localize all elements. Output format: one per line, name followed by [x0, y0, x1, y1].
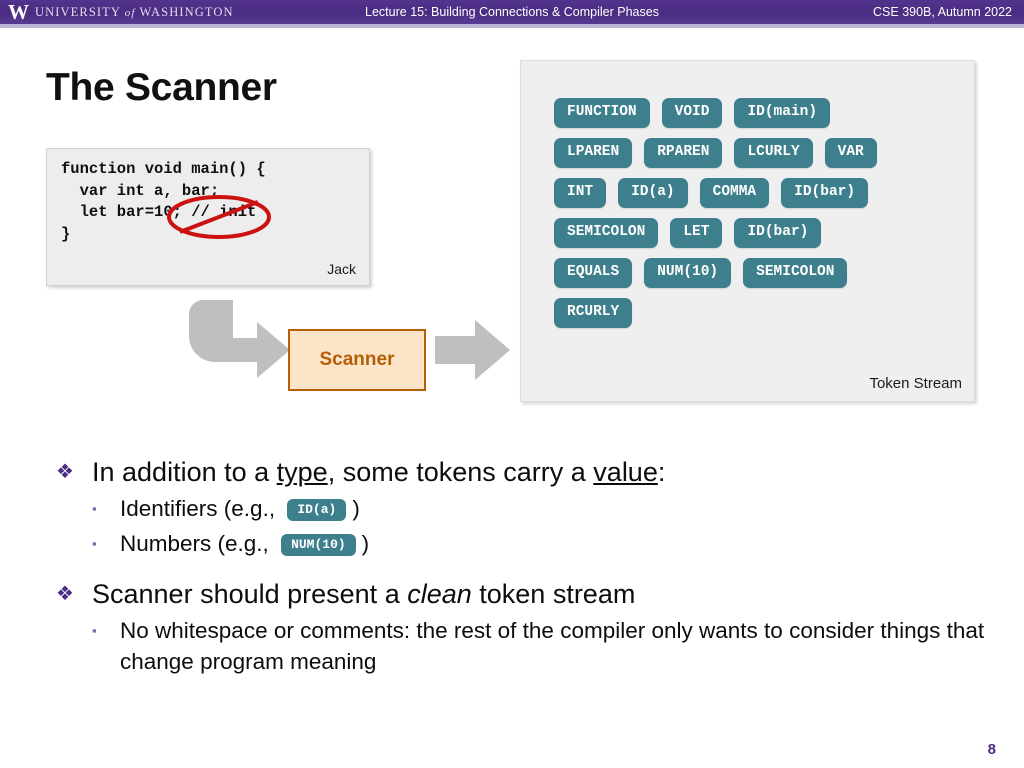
bullet-text: No whitespace or comments: the rest of t…: [120, 615, 986, 677]
bullet-text-post: :: [657, 457, 666, 487]
lecture-title: Lecture 15: Building Connections & Compi…: [365, 5, 659, 19]
bullet-text: Scanner should present a clean token str…: [92, 577, 635, 611]
token-chip: NUM(10): [644, 258, 732, 288]
bullet-text: Numbers (e.g., NUM(10)): [120, 528, 369, 559]
emphasis-clean: clean: [407, 579, 472, 609]
token-chip: ID(a): [618, 178, 688, 208]
bullet-item-sub-identifiers: ▪ Identifiers (e.g., ID(a)): [92, 493, 986, 524]
token-chip: ID(main): [734, 98, 831, 128]
sub-bullet-text-post: ): [361, 531, 370, 556]
code-language-label: Jack: [327, 261, 356, 277]
sub-bullet-text-pre: Identifiers (e.g.,: [120, 496, 282, 521]
diamond-bullet-icon: ❖: [56, 583, 74, 605]
bullet-text-mid: , some tokens carry a: [327, 457, 594, 487]
header-underline: [0, 24, 1024, 28]
token-chip: ID(bar): [781, 178, 869, 208]
bullet-text: In addition to a type, some tokens carry…: [92, 455, 665, 489]
bullet-item-primary-clean-stream: ❖ Scanner should present a clean token s…: [56, 577, 986, 611]
inline-token-chip: NUM(10): [281, 534, 356, 556]
bullet-text-post: token stream: [471, 579, 636, 609]
bullet-text-pre: Scanner should present a: [92, 579, 408, 609]
sub-bullet-line-1: No whitespace or comments: the rest of t…: [120, 618, 758, 643]
token-chip: FUNCTION: [554, 98, 650, 128]
token-row: FUNCTION VOID ID(main): [554, 98, 954, 128]
emphasis-value: value: [593, 457, 658, 487]
token-chip: INT: [554, 178, 607, 208]
token-stream-panel: FUNCTION VOID ID(main) LPAREN RPAREN LCU…: [520, 60, 975, 402]
token-row: EQUALS NUM(10) SEMICOLON: [554, 258, 954, 288]
token-chip: EQUALS: [554, 258, 633, 288]
token-chip: LPAREN: [554, 138, 633, 168]
token-chip: VOID: [661, 98, 723, 128]
square-bullet-icon: ▪: [92, 501, 97, 516]
token-chip: RPAREN: [644, 138, 723, 168]
page-number: 8: [987, 741, 996, 758]
scanner-stage-box: Scanner: [288, 329, 426, 391]
bullet-list: ❖ In addition to a type, some tokens car…: [56, 455, 986, 677]
course-label-wrap: CSE 390B, Autumn 2022: [873, 0, 1012, 24]
token-chip: LCURLY: [734, 138, 813, 168]
emphasis-type: type: [276, 457, 328, 487]
square-bullet-icon: ▪: [92, 623, 97, 638]
scanner-stage-label: Scanner: [319, 349, 395, 370]
token-row: SEMICOLON LET ID(bar): [554, 218, 954, 248]
token-chip: VAR: [824, 138, 877, 168]
bullet-item-sub-numbers: ▪ Numbers (e.g., NUM(10)): [92, 528, 986, 559]
bent-arrow-icon: [189, 300, 290, 378]
bullet-text: Identifiers (e.g., ID(a)): [120, 493, 360, 524]
bullet-item-sub-whitespace: ▪ No whitespace or comments: the rest of…: [92, 615, 986, 677]
sub-bullet-text-pre: Numbers (e.g.,: [120, 531, 276, 556]
diamond-bullet-icon: ❖: [56, 461, 74, 483]
source-code-text: function void main() { var int a, bar; l…: [61, 160, 266, 243]
bullet-text-pre: In addition to a: [92, 457, 277, 487]
course-label: CSE 390B, Autumn 2022: [873, 5, 1012, 19]
scanner-flow-diagram: Scanner: [185, 298, 515, 398]
page-title: The Scanner: [46, 66, 277, 109]
lecture-title-bar: Lecture 15: Building Connections & Compi…: [0, 0, 1024, 24]
right-arrow-icon: [435, 320, 510, 380]
bullet-item-primary: ❖ In addition to a type, some tokens car…: [56, 455, 986, 489]
square-bullet-icon: ▪: [92, 536, 97, 551]
token-stream-caption: Token Stream: [869, 375, 962, 392]
source-code-card: function void main() { var int a, bar; l…: [46, 148, 370, 286]
token-row: RCURLY: [554, 298, 954, 328]
token-chip: SEMICOLON: [743, 258, 848, 288]
token-chip: ID(bar): [734, 218, 822, 248]
token-chip: LET: [670, 218, 723, 248]
token-rows: FUNCTION VOID ID(main) LPAREN RPAREN LCU…: [554, 98, 954, 338]
token-row: INT ID(a) COMMA ID(bar): [554, 178, 954, 208]
token-chip: RCURLY: [554, 298, 633, 328]
sub-bullet-text-post: ): [352, 496, 360, 521]
inline-token-chip: ID(a): [287, 499, 347, 521]
token-chip: SEMICOLON: [554, 218, 659, 248]
token-row: LPAREN RPAREN LCURLY VAR: [554, 138, 954, 168]
token-chip: COMMA: [699, 178, 770, 208]
